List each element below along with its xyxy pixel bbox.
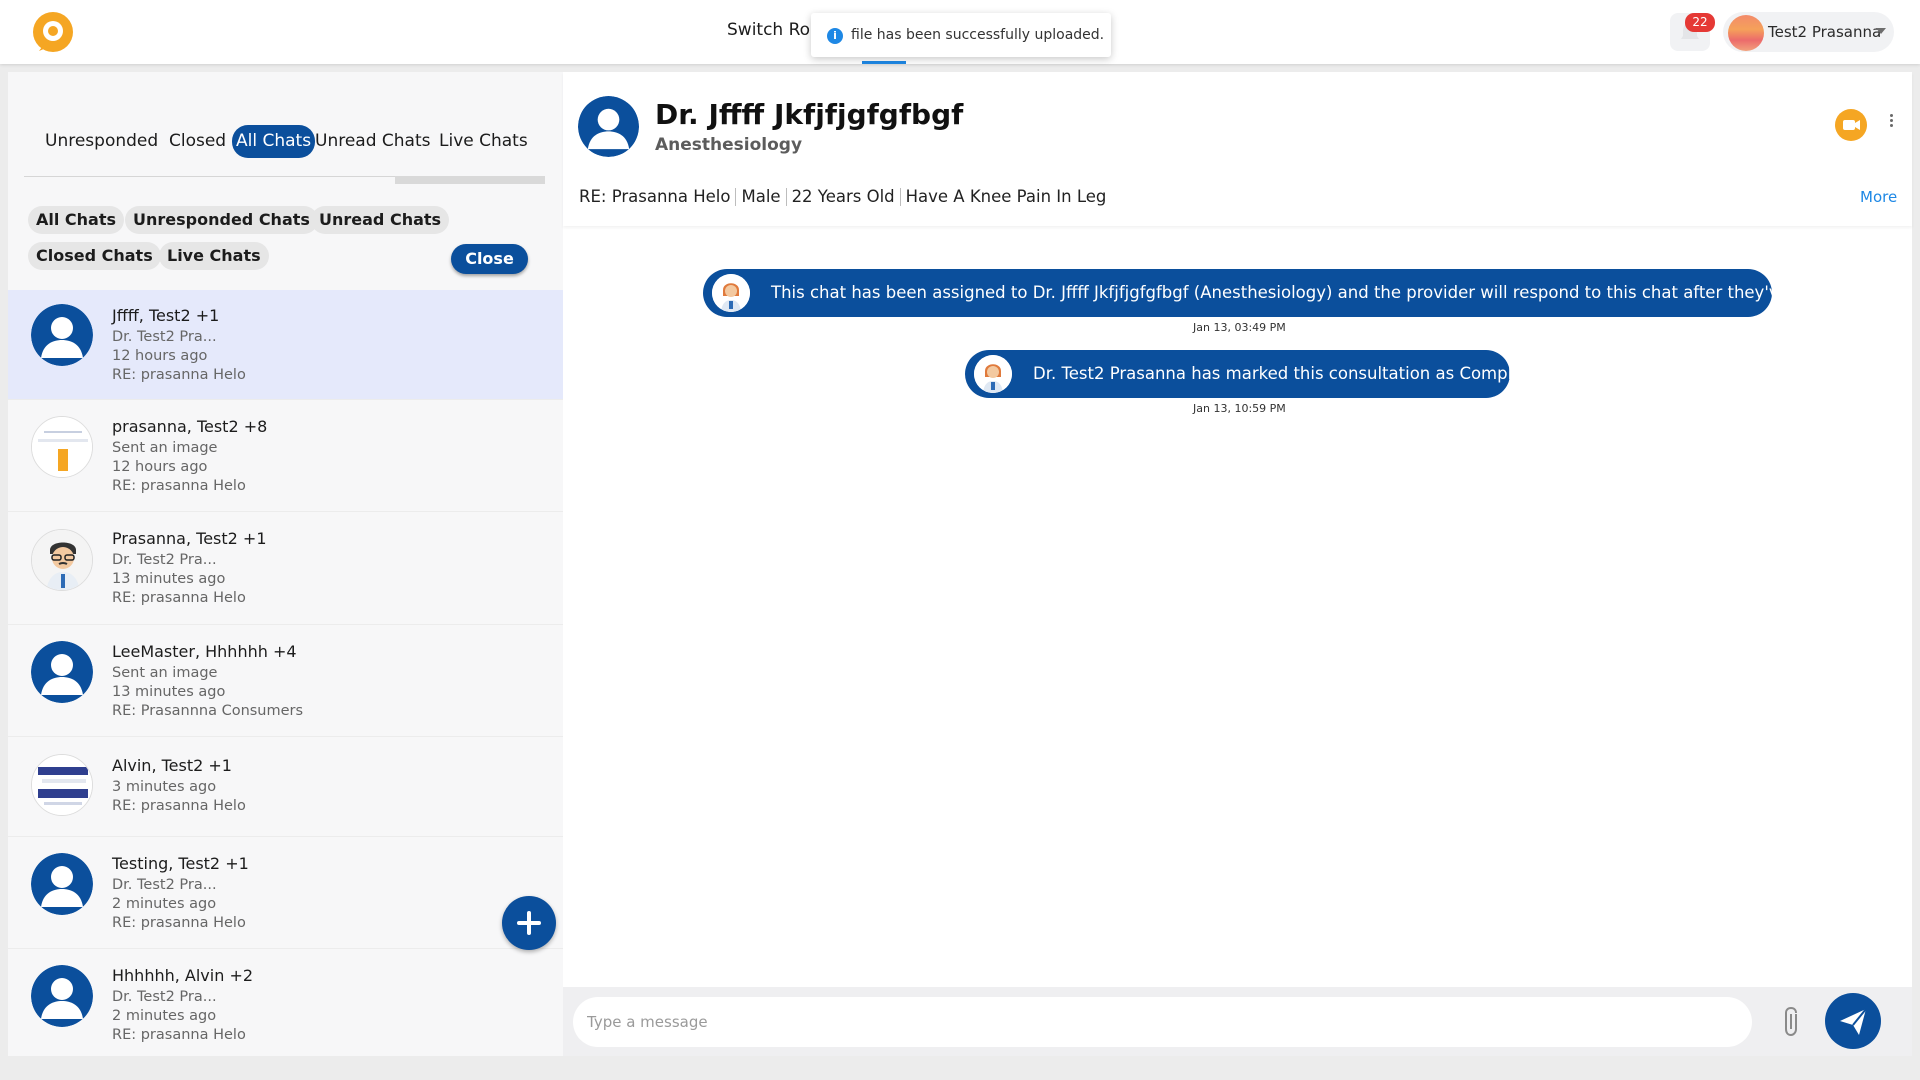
chat-subject: RE: prasanna Helo: [112, 798, 246, 814]
chat-name: Jffff, Test2 +1: [112, 306, 220, 325]
chat-subject: RE: prasanna Helo: [112, 590, 246, 606]
system-message: This chat has been assigned to Dr. Jffff…: [703, 269, 1869, 317]
chat-preview: Dr. Test2 Pra...: [112, 989, 217, 1005]
user-name: Test2 Prasanna: [1768, 23, 1882, 41]
chat-name: Testing, Test2 +1: [112, 854, 249, 873]
tab-all-chats[interactable]: All Chats: [232, 125, 316, 158]
provider-specialty: Anesthesiology: [655, 135, 803, 155]
plus-icon: [517, 911, 541, 935]
close-button[interactable]: Close: [451, 244, 528, 274]
default-avatar-icon: [31, 965, 93, 1027]
new-chat-button[interactable]: [502, 896, 556, 950]
provider-name: Dr. Jffff Jkfjfjgfgfbgf: [655, 98, 964, 131]
consultation-details: RE: Prasanna Helo Male 22 Years Old Have…: [579, 187, 1106, 206]
divider: [735, 187, 737, 206]
tab-live-chats[interactable]: Live Chats: [439, 125, 528, 158]
toast-message: file has been successfully uploaded.: [851, 27, 1105, 43]
filter-chip-unread-chats[interactable]: Unread Chats: [311, 206, 450, 234]
chat-time: 13 minutes ago: [112, 571, 226, 587]
more-link[interactable]: More: [1860, 188, 1897, 206]
chat-time: 3 minutes ago: [112, 779, 217, 795]
filter-chip-closed-chats[interactable]: Closed Chats: [28, 242, 161, 270]
patient-age: 22 Years Old: [791, 187, 895, 206]
re-subject: RE: Prasanna Helo: [579, 187, 731, 206]
info-icon: i: [827, 28, 843, 44]
image-thumbnail-avatar: [31, 754, 93, 816]
default-avatar-icon: [31, 641, 93, 703]
chat-subject: RE: Prasannna Consumers: [112, 703, 304, 719]
user-avatar: [1728, 15, 1764, 51]
filter-chip-all-chats[interactable]: All Chats: [28, 206, 125, 234]
paperclip-icon[interactable]: [1780, 1005, 1804, 1039]
default-avatar-icon: [31, 304, 93, 366]
chat-subject: RE: prasanna Helo: [112, 478, 246, 494]
chat-list-item[interactable]: Hhhhhh, Alvin +2 Dr. Test2 Pra... 2 minu…: [8, 950, 563, 1056]
video-camera-icon: [1843, 120, 1860, 130]
chat-preview: Dr. Test2 Pra...: [112, 552, 217, 568]
chat-name: prasanna, Test2 +8: [112, 417, 268, 436]
default-avatar-icon: [31, 853, 93, 915]
chat-list-item[interactable]: Testing, Test2 +1 Dr. Test2 Pra... 2 min…: [8, 838, 563, 949]
message-composer: [563, 987, 1912, 1056]
chat-subject: RE: prasanna Helo: [112, 1027, 246, 1043]
system-message-text: Dr. Test2 Prasanna has marked this consu…: [1033, 364, 1539, 383]
divider: [785, 187, 787, 206]
chat-list-item[interactable]: LeeMaster, Hhhhhh +4 Sent an image 13 mi…: [8, 626, 563, 737]
video-call-button[interactable]: [1835, 109, 1867, 141]
chat-name: LeeMaster, Hhhhhh +4: [112, 642, 297, 661]
more-options-icon[interactable]: [1888, 112, 1894, 132]
app-logo[interactable]: [31, 10, 75, 54]
message-input[interactable]: [573, 997, 1752, 1047]
chat-name: Hhhhhh, Alvin +2: [112, 966, 254, 985]
message-timestamp: Jan 13, 10:59 PM: [1193, 402, 1286, 415]
chat-preview: Sent an image: [112, 665, 218, 681]
chevron-down-icon[interactable]: [1876, 28, 1886, 34]
chat-list-item[interactable]: Alvin, Test2 +1 3 minutes ago RE: prasan…: [8, 738, 563, 837]
chat-name: Prasanna, Test2 +1: [112, 529, 267, 548]
chat-subject: RE: prasanna Helo: [112, 367, 246, 383]
chat-time: 2 minutes ago: [112, 1008, 217, 1024]
filter-chip-unresponded-chats[interactable]: Unresponded Chats: [125, 206, 318, 234]
chat-subject: RE: prasanna Helo: [112, 915, 246, 931]
system-message-text: This chat has been assigned to Dr. Jffff…: [771, 283, 1870, 302]
chat-preview: Dr. Test2 Pra...: [112, 877, 217, 893]
patient-complaint: Have A Knee Pain In Leg: [905, 187, 1107, 206]
filter-chip-live-chats[interactable]: Live Chats: [159, 242, 269, 270]
divider: [899, 187, 901, 206]
chat-list-item[interactable]: Prasanna, Test2 +1 Dr. Test2 Pra... 13 m…: [8, 513, 563, 625]
image-thumbnail-avatar: [31, 416, 93, 478]
message-timestamp: Jan 13, 03:49 PM: [1193, 321, 1286, 334]
chat-preview: Sent an image: [112, 440, 218, 456]
nav-active-indicator: [862, 61, 906, 64]
send-button[interactable]: [1825, 993, 1881, 1049]
chat-sidebar: Unresponded Closed All Chats Unread Chat…: [8, 72, 563, 1056]
nurse-avatar: [974, 355, 1012, 393]
chat-time: 2 minutes ago: [112, 896, 217, 912]
chat-list-item[interactable]: prasanna, Test2 +8 Sent an image 12 hour…: [8, 401, 563, 512]
chat-preview: Dr. Test2 Pra...: [112, 329, 217, 345]
send-icon: [1840, 1008, 1867, 1035]
tab-unresponded[interactable]: Unresponded: [45, 125, 158, 158]
patient-gender: Male: [741, 187, 781, 206]
chat-name: Alvin, Test2 +1: [112, 756, 232, 775]
doctor-cartoon-avatar: [31, 529, 93, 591]
chat-list-item[interactable]: Jffff, Test2 +1 Dr. Test2 Pra... 12 hour…: [8, 290, 563, 400]
system-message: Dr. Test2 Prasanna has marked this consu…: [965, 350, 1539, 398]
default-avatar-icon: [578, 96, 639, 157]
upload-toast: i file has been successfully uploaded.: [811, 13, 1111, 57]
chat-time: 12 hours ago: [112, 459, 208, 475]
chat-time: 13 minutes ago: [112, 684, 226, 700]
tab-closed[interactable]: Closed: [169, 125, 226, 158]
chat-panel: Dr. Jffff Jkfjfjgfgfbgf Anesthesiology R…: [563, 72, 1912, 1056]
tab-unread-chats[interactable]: Unread Chats: [315, 125, 431, 158]
tab-scrollbar[interactable]: [395, 176, 545, 184]
chat-time: 12 hours ago: [112, 348, 208, 364]
chat-header: Dr. Jffff Jkfjfjgfgfbgf Anesthesiology R…: [563, 72, 1912, 226]
nurse-avatar: [712, 274, 750, 312]
notifications-badge: 22: [1685, 13, 1715, 32]
